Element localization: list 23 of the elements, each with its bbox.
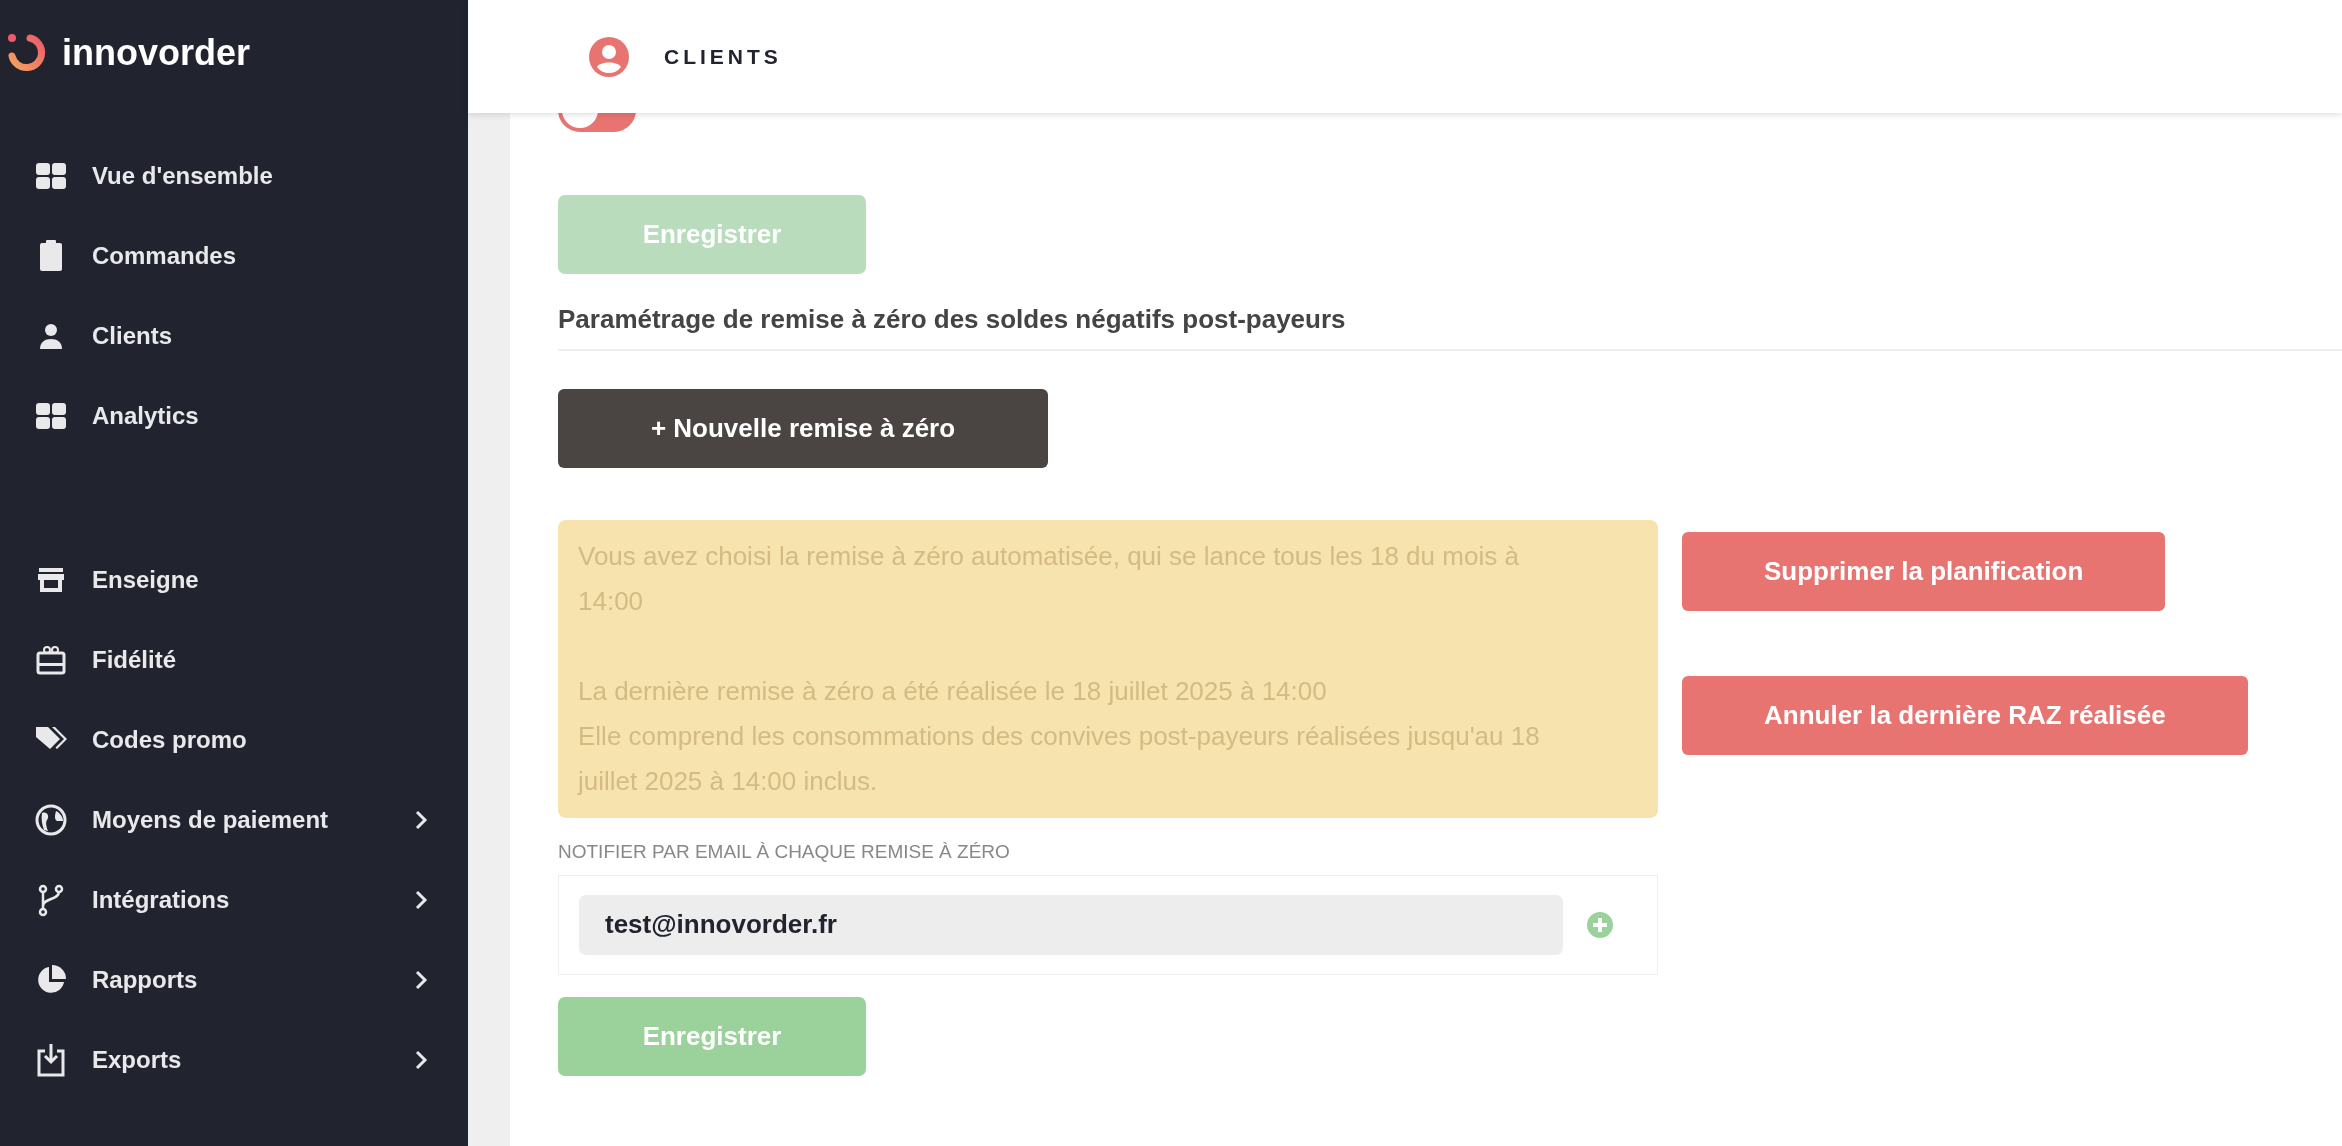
email-field[interactable]: test@innovorder.fr (579, 894, 1563, 955)
sidebar-item[interactable]: Intégrations (0, 860, 468, 940)
sidebar-item[interactable]: Rapports (0, 940, 468, 1020)
sidebar-item[interactable]: Commandes (0, 216, 468, 296)
logo-icon (6, 32, 48, 74)
sidebar-item[interactable]: Codes promo (0, 700, 468, 780)
toggle-switch[interactable] (558, 113, 636, 132)
sidebar-item[interactable]: Fidélité (0, 620, 468, 700)
gift-card-icon (34, 643, 68, 677)
sidebar-item[interactable]: Vue d'ensemble (0, 136, 468, 216)
sidebar-item[interactable]: Enseigne (0, 540, 468, 620)
section-heading: Paramétrage de remise à zéro des soldes négatifs post-payeurs (558, 300, 2342, 351)
email-label: NOTIFIER PAR EMAIL À CHAQUE REMISE À ZÉRO (558, 840, 1011, 864)
sidebar-item[interactable]: Clients (0, 296, 468, 376)
add-icon[interactable] (1587, 911, 1613, 938)
sidebar-item[interactable]: Moyens de paiement (0, 780, 468, 860)
sidebar-item[interactable]: Exports (0, 1020, 468, 1100)
sidebar-item[interactable]: Analytics (0, 376, 468, 456)
user-circle-icon (588, 35, 630, 78)
new-reset-button[interactable]: + Nouvelle remise à zéro (558, 389, 1048, 468)
globe-icon (34, 803, 68, 837)
logo: innovorder (62, 31, 250, 75)
page-title: CLIENTS (664, 43, 782, 70)
